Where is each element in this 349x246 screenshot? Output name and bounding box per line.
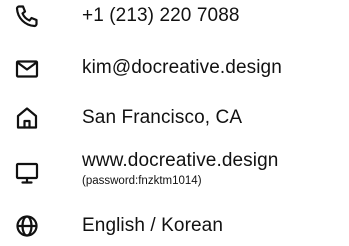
- website-password-note: (password:fnzktm1014): [82, 175, 202, 187]
- home-icon: [14, 105, 40, 131]
- email-address[interactable]: kim@docreative.design: [82, 57, 282, 79]
- website-url[interactable]: www.docreative.design: [82, 150, 278, 172]
- location-text: San Francisco, CA: [82, 107, 243, 128]
- globe-icon: [14, 213, 40, 239]
- monitor-icon: [14, 160, 40, 186]
- languages-text: English / Korean: [82, 215, 224, 236]
- contact-info-list: +1 (213) 220 7088 kim@docreative.design …: [0, 0, 349, 246]
- phone-number[interactable]: +1 (213) 220 7088: [82, 5, 240, 27]
- envelope-icon: [14, 56, 40, 82]
- phone-icon: [14, 3, 40, 29]
